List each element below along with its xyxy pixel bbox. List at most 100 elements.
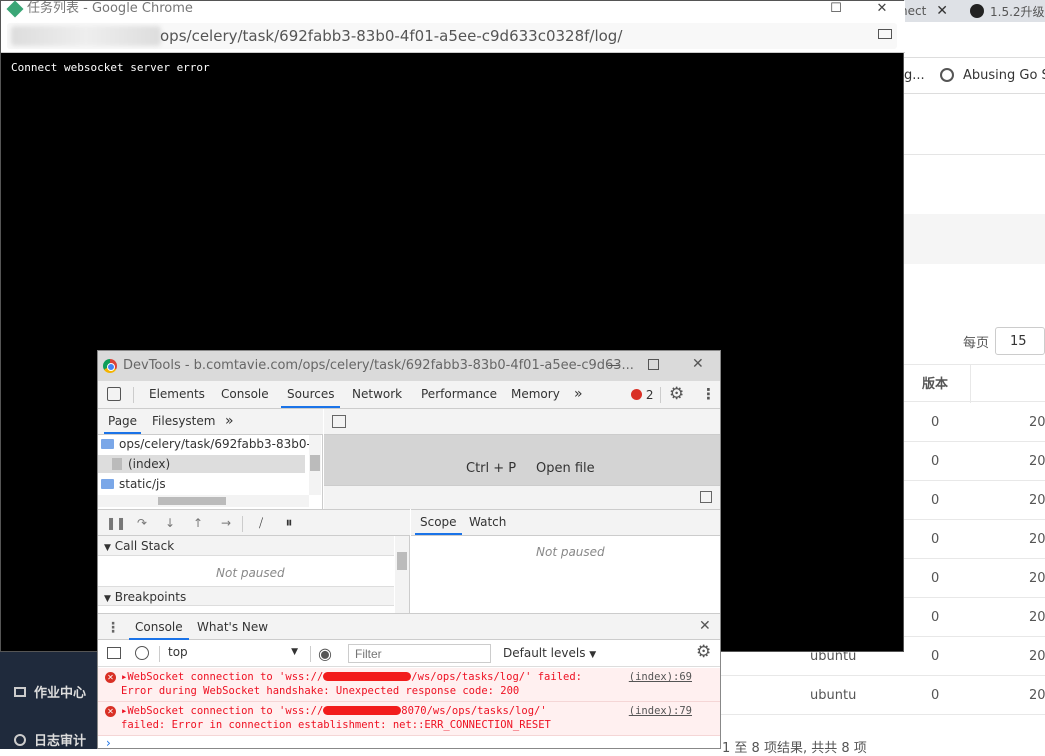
tab-sources[interactable]: Sources <box>281 381 341 408</box>
per-page-select[interactable]: 15 <box>995 327 1045 355</box>
breakpoints-label: Breakpoints <box>114 590 187 604</box>
tab-scope[interactable]: Scope <box>415 510 462 535</box>
more-navigator-tabs-icon[interactable]: » <box>225 409 234 434</box>
background-tab[interactable]: 1.5.2升级 <box>970 0 1045 22</box>
scrollbar-thumb[interactable] <box>310 455 320 471</box>
tab-performance[interactable]: Performance <box>415 381 503 408</box>
table-cell-version: 0 <box>931 454 940 469</box>
table-cell-version: 0 <box>931 532 940 547</box>
github-icon <box>970 4 984 18</box>
context-selector[interactable]: top ▼ <box>168 645 300 663</box>
cast-icon[interactable] <box>878 29 892 39</box>
inspect-element-icon[interactable] <box>107 387 121 401</box>
popup-title-bar[interactable]: 任务列表 - Google Chrome ☐ ✕ <box>1 0 905 19</box>
tab-console[interactable]: Console <box>215 381 275 408</box>
console-settings-icon[interactable]: ⚙ <box>696 642 711 662</box>
close-icon[interactable]: ✕ <box>936 3 948 19</box>
settings-icon[interactable]: ⚙ <box>669 384 684 404</box>
table-cell-date: 20 <box>1029 415 1045 430</box>
show-sidebar-icon[interactable] <box>107 647 121 659</box>
tab-watch[interactable]: Watch <box>469 510 506 535</box>
maximize-button[interactable]: ☐ <box>813 1 859 19</box>
horizontal-scrollbar[interactable] <box>98 495 309 507</box>
kebab-menu-icon[interactable]: ⋮ <box>701 385 716 403</box>
more-tabs-icon[interactable]: » <box>568 381 589 408</box>
tab-page[interactable]: Page <box>104 409 142 434</box>
console-prompt[interactable]: › <box>106 736 111 750</box>
step-over-icon[interactable]: ↷ <box>134 515 150 531</box>
pause-icon[interactable]: ❚❚ <box>106 515 126 531</box>
source-editor: Ctrl + P Open file <box>324 409 720 509</box>
app-icon <box>6 0 24 18</box>
tree-item-label: static/js <box>119 477 166 491</box>
globe-icon <box>940 68 954 82</box>
toggle-navigator-icon[interactable] <box>332 415 346 428</box>
scrollbar-thumb[interactable] <box>158 497 226 505</box>
step-out-icon[interactable]: ↑ <box>190 515 206 531</box>
drawer-menu-icon[interactable]: ⋮ <box>106 620 120 636</box>
table-cell-version: 0 <box>931 649 940 664</box>
tab-drawer-console[interactable]: Console <box>129 614 189 640</box>
table-cell-version: 0 <box>931 610 940 625</box>
folder-icon <box>101 439 114 449</box>
minimize-icon[interactable] <box>608 365 619 366</box>
error-counter[interactable]: 2 <box>631 388 653 402</box>
column-header-version[interactable]: 版本 <box>922 373 948 392</box>
terminal-output: Connect websocket server error <box>11 61 210 74</box>
close-icon[interactable]: ✕ <box>692 356 704 372</box>
vertical-scrollbar[interactable] <box>309 435 321 495</box>
tree-folder[interactable]: static/js <box>101 475 309 493</box>
redacted-host <box>323 706 402 715</box>
devtools-window: DevTools - b.comtavie.com/ops/celery/tas… <box>97 350 721 750</box>
url-field[interactable]: ops/celery/task/692fabb3-83b0-4f01-a5ee-… <box>7 23 897 49</box>
tab-memory[interactable]: Memory <box>505 381 566 408</box>
table-cell-date: 20 <box>1029 649 1045 664</box>
step-into-icon[interactable]: ↓ <box>162 515 178 531</box>
close-drawer-icon[interactable]: ✕ <box>699 618 711 634</box>
sidebar-item-jobs[interactable]: 作业中心 <box>14 682 86 701</box>
vertical-scrollbar[interactable] <box>395 536 409 614</box>
scrollbar-thumb[interactable] <box>397 552 407 570</box>
editor-footer <box>324 485 720 509</box>
clock-icon <box>14 733 26 746</box>
navigator-tabs: Page Filesystem » <box>98 409 323 435</box>
table-cell-version: 0 <box>931 571 940 586</box>
devtools-title-bar[interactable]: DevTools - b.comtavie.com/ops/celery/tas… <box>98 351 720 381</box>
background-tab-label: 1.5.2升级 <box>990 4 1045 19</box>
tab-whats-new[interactable]: What's New <box>197 614 268 640</box>
table-row: ubuntu 0 20 <box>720 676 1045 715</box>
bookmark-item[interactable]: g... <box>904 68 925 83</box>
clear-console-icon[interactable] <box>135 646 149 660</box>
editor-toolbar <box>324 409 720 435</box>
close-button[interactable]: ✕ <box>859 1 905 19</box>
console-filter-input[interactable] <box>348 644 491 663</box>
background-tab[interactable]: nect ✕ <box>900 0 948 22</box>
tree-file-selected[interactable]: (index) <box>98 455 305 473</box>
bookmark-item[interactable]: Abusing Go Sy <box>963 68 1045 83</box>
step-icon[interactable]: → <box>218 515 234 531</box>
redacted-host <box>11 26 161 46</box>
tab-elements[interactable]: Elements <box>143 381 211 408</box>
console-error-message[interactable]: ✕ ▸WebSocket connection to 'wss://8070/w… <box>98 702 720 736</box>
source-link[interactable]: (index):69 <box>629 671 692 683</box>
live-expression-eye-icon[interactable]: ◉ <box>318 644 332 663</box>
breakpoints-header[interactable]: ▼ Breakpoints <box>98 586 394 606</box>
sidebar-item-audit[interactable]: 日志审计 <box>14 730 86 749</box>
tree-item-label: (index) <box>128 457 171 471</box>
pause-on-exceptions-icon[interactable]: ⏸ <box>281 515 297 531</box>
maximize-icon[interactable] <box>648 359 659 370</box>
deactivate-breakpoints-icon[interactable]: ⧸ <box>253 515 269 531</box>
error-count: 2 <box>645 388 654 402</box>
tree-folder[interactable]: ops/celery/task/692fabb3-83b0-4f0 <box>101 435 309 453</box>
call-stack-header[interactable]: ▼ Call Stack <box>98 536 394 556</box>
sidebar-item-label: 作业中心 <box>34 686 87 701</box>
tab-filesystem[interactable]: Filesystem <box>152 409 215 434</box>
tab-network[interactable]: Network <box>346 381 408 408</box>
table-cell-date: 20 <box>1029 493 1045 508</box>
error-icon: ✕ <box>105 706 116 717</box>
console-error-message[interactable]: ✕ ▸WebSocket connection to 'wss:///ws/op… <box>98 668 720 702</box>
toggle-debugger-icon[interactable] <box>700 491 712 503</box>
log-levels-dropdown[interactable]: Default levels ▼ <box>503 646 596 660</box>
source-link[interactable]: (index):79 <box>629 705 692 717</box>
scope-pane: Scope Watch Not paused <box>411 509 720 613</box>
